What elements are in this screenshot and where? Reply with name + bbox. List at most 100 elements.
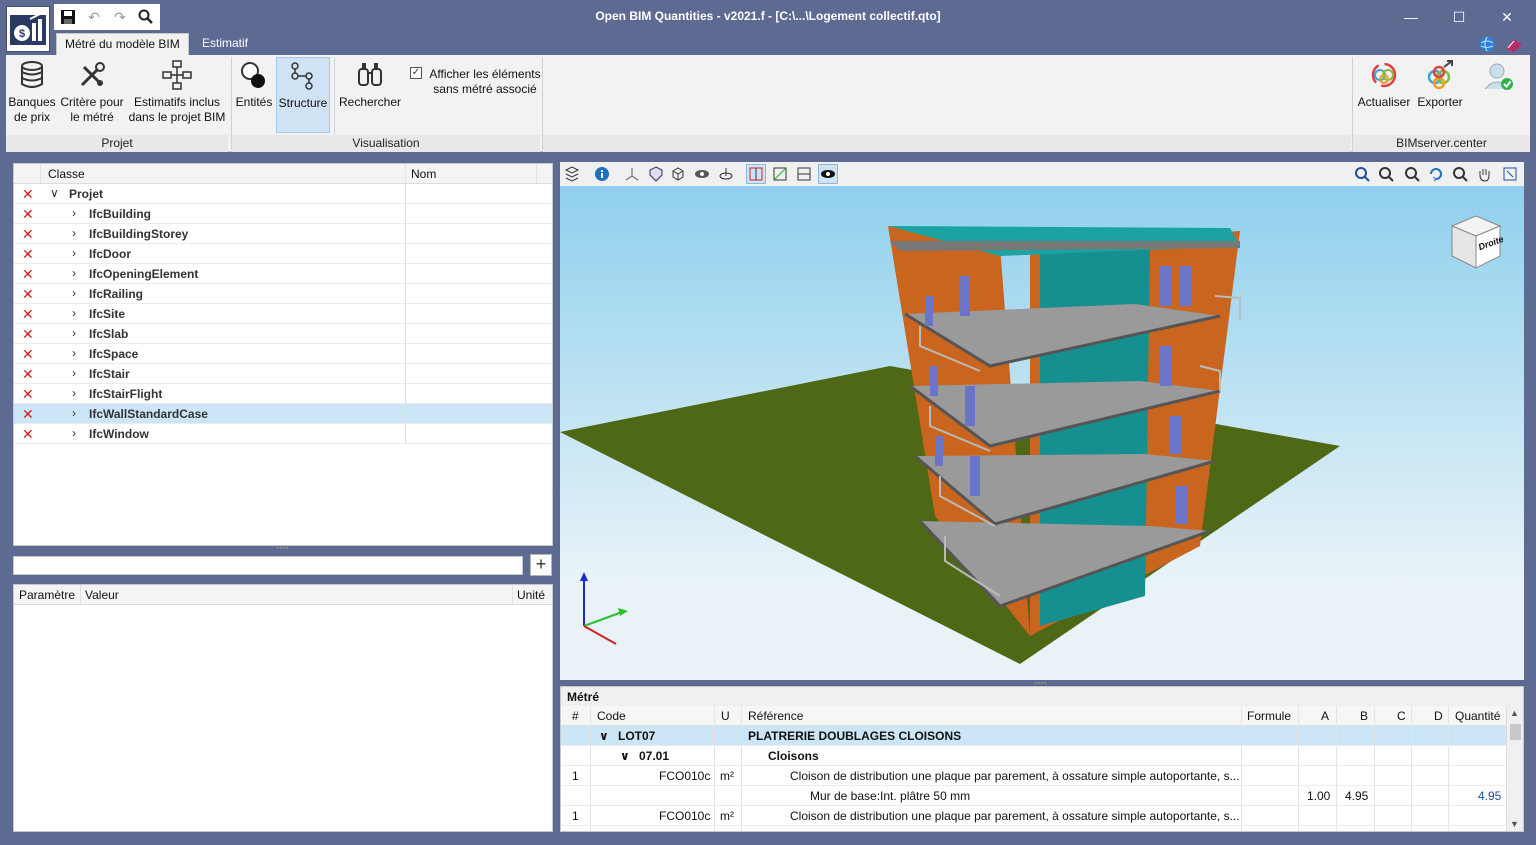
- zoom-in-icon[interactable]: [1450, 164, 1470, 184]
- pan-hand-icon[interactable]: [1474, 164, 1494, 184]
- rotate-view-icon[interactable]: [1426, 164, 1446, 184]
- tree-row[interactable]: ✕ › IfcSlab: [14, 324, 552, 344]
- exclude-x-icon[interactable]: ✕: [22, 346, 34, 363]
- column-header-quantite[interactable]: Quantité: [1455, 709, 1500, 723]
- exporter-button[interactable]: Exporter: [1414, 57, 1466, 133]
- afficher-elements-checkbox[interactable]: ✓ Afficher les éléments sans métré assoc…: [410, 67, 543, 97]
- chevron-right-icon[interactable]: ›: [72, 366, 76, 380]
- rechercher-button[interactable]: Rechercher: [338, 57, 402, 133]
- filter-input[interactable]: [13, 556, 523, 575]
- help-book-icon[interactable]: [1504, 35, 1524, 56]
- metre-row[interactable]: 1 FCO010c m² Cloison de distribution une pl…: [561, 806, 1523, 826]
- info-icon[interactable]: [592, 164, 612, 184]
- chevron-right-icon[interactable]: ›: [72, 266, 76, 280]
- eye-view-icon[interactable]: [692, 164, 712, 184]
- chevron-right-icon[interactable]: ›: [72, 206, 76, 220]
- scroll-down-icon[interactable]: ▼: [1510, 819, 1519, 829]
- clip-plane-icon[interactable]: [770, 164, 790, 184]
- column-header-classe[interactable]: Classe: [48, 167, 85, 181]
- chevron-right-icon[interactable]: ›: [72, 326, 76, 340]
- tab-metre-bim[interactable]: Métré du modèle BIM: [56, 33, 189, 55]
- checkbox-checked-icon[interactable]: ✓: [410, 67, 422, 79]
- tree-row[interactable]: ✕ › IfcSite: [14, 304, 552, 324]
- exclude-x-icon[interactable]: ✕: [22, 246, 34, 263]
- metre-row[interactable]: ∨ LOT07 PLATRERIE DOUBLAGES CLOISONS: [561, 726, 1523, 746]
- scroll-thumb[interactable]: [1510, 724, 1521, 740]
- actualiser-button[interactable]: Actualiser: [1356, 57, 1412, 133]
- chevron-right-icon[interactable]: ›: [72, 406, 76, 420]
- column-header-nom[interactable]: Nom: [411, 167, 436, 181]
- building-model[interactable]: [560, 186, 1524, 680]
- column-header-num[interactable]: #: [572, 709, 579, 723]
- tree-row[interactable]: ✕ › IfcOpeningElement: [14, 264, 552, 284]
- exclude-x-icon[interactable]: ✕: [22, 406, 34, 423]
- user-account-button[interactable]: [1476, 57, 1520, 133]
- metre-row[interactable]: ∨ 07.01 Cloisons: [561, 746, 1523, 766]
- close-button[interactable]: ✕: [1484, 4, 1530, 30]
- tab-estimatif[interactable]: Estimatif: [194, 33, 256, 55]
- column-header-unit[interactable]: U: [721, 709, 730, 723]
- metre-row[interactable]: 1 FCO010c m² Cloison de distribution une pl…: [561, 766, 1523, 786]
- vertical-splitter-handle[interactable]: ⋮: [553, 487, 562, 502]
- column-header-d[interactable]: D: [1434, 709, 1443, 723]
- column-header-parametre[interactable]: Paramètre: [19, 588, 75, 602]
- structure-button[interactable]: Structure: [276, 57, 330, 133]
- cube-view-icon[interactable]: [668, 164, 688, 184]
- tree-row-projet[interactable]: ✕ ∨ Projet: [14, 184, 552, 204]
- fullscreen-icon[interactable]: [1500, 164, 1520, 184]
- tree-row[interactable]: ✕ › IfcBuilding: [14, 204, 552, 224]
- exclude-x-icon[interactable]: ✕: [22, 306, 34, 323]
- tree-row[interactable]: ✕ › IfcRailing: [14, 284, 552, 304]
- exclude-x-icon[interactable]: ✕: [22, 286, 34, 303]
- column-header-b[interactable]: B: [1360, 709, 1368, 723]
- chevron-right-icon[interactable]: ›: [72, 346, 76, 360]
- split-view-icon[interactable]: [794, 164, 814, 184]
- tree-row[interactable]: ✕ › IfcStairFlight: [14, 384, 552, 404]
- maximize-button[interactable]: ☐: [1436, 4, 1482, 30]
- tree-row[interactable]: ✕ › IfcStair: [14, 364, 552, 384]
- banques-de-prix-button[interactable]: Banques de prix: [6, 57, 58, 133]
- metre-scrollbar[interactable]: ▲ ▼: [1506, 706, 1523, 831]
- scroll-up-icon[interactable]: ▲: [1510, 708, 1519, 718]
- exclude-x-icon[interactable]: ✕: [22, 186, 34, 203]
- chevron-down-icon[interactable]: ∨: [50, 186, 59, 200]
- section-view-icon[interactable]: [746, 164, 766, 184]
- shield-view-icon[interactable]: [646, 164, 666, 184]
- exclude-x-icon[interactable]: ✕: [22, 386, 34, 403]
- column-header-formule[interactable]: Formule: [1247, 709, 1291, 723]
- exclude-x-icon[interactable]: ✕: [22, 266, 34, 283]
- axes-icon[interactable]: [622, 164, 642, 184]
- metre-row[interactable]: Mur de base:Int. plâtre 50 mm 1.00 4.95 4.9…: [561, 786, 1523, 806]
- exclude-x-icon[interactable]: ✕: [22, 426, 34, 443]
- entites-button[interactable]: Entités: [234, 57, 274, 133]
- column-header-a[interactable]: A: [1321, 709, 1329, 723]
- exclude-x-icon[interactable]: ✕: [22, 326, 34, 343]
- chevron-down-icon[interactable]: ∨: [620, 749, 630, 763]
- chevron-right-icon[interactable]: ›: [72, 286, 76, 300]
- app-logo-icon[interactable]: $: [6, 6, 50, 52]
- 3d-viewer[interactable]: Droite: [560, 186, 1524, 680]
- exclude-x-icon[interactable]: ✕: [22, 366, 34, 383]
- tree-row[interactable]: ✕ › IfcWindow: [14, 424, 552, 444]
- tree-row[interactable]: ✕ › IfcDoor: [14, 244, 552, 264]
- zoom-all-icon[interactable]: [1376, 164, 1396, 184]
- chevron-down-icon[interactable]: ∨: [599, 729, 609, 743]
- chevron-right-icon[interactable]: ›: [72, 246, 76, 260]
- column-header-unite[interactable]: Unité: [517, 588, 545, 602]
- column-header-code[interactable]: Code: [597, 709, 626, 723]
- layers-icon[interactable]: [562, 164, 582, 184]
- critere-metre-button[interactable]: Critère pour le métré: [60, 57, 124, 133]
- viewer-splitter-handle[interactable]: ••••: [1034, 679, 1050, 688]
- chevron-right-icon[interactable]: ›: [72, 426, 76, 440]
- tree-row[interactable]: ✕ › IfcBuildingStorey: [14, 224, 552, 244]
- column-header-valeur[interactable]: Valeur: [85, 588, 119, 602]
- column-header-reference[interactable]: Référence: [748, 709, 803, 723]
- orbit-icon[interactable]: [716, 164, 736, 184]
- chevron-right-icon[interactable]: ›: [72, 386, 76, 400]
- estimatifs-inclus-button[interactable]: Estimatifs inclus dans le projet BIM: [128, 57, 226, 133]
- tree-row[interactable]: ✕ › IfcSpace: [14, 344, 552, 364]
- chevron-right-icon[interactable]: ›: [72, 306, 76, 320]
- visibility-icon[interactable]: [818, 164, 838, 184]
- globe-icon[interactable]: [1478, 35, 1496, 56]
- tree-row[interactable]: ✕ › IfcWallStandardCase: [14, 404, 552, 424]
